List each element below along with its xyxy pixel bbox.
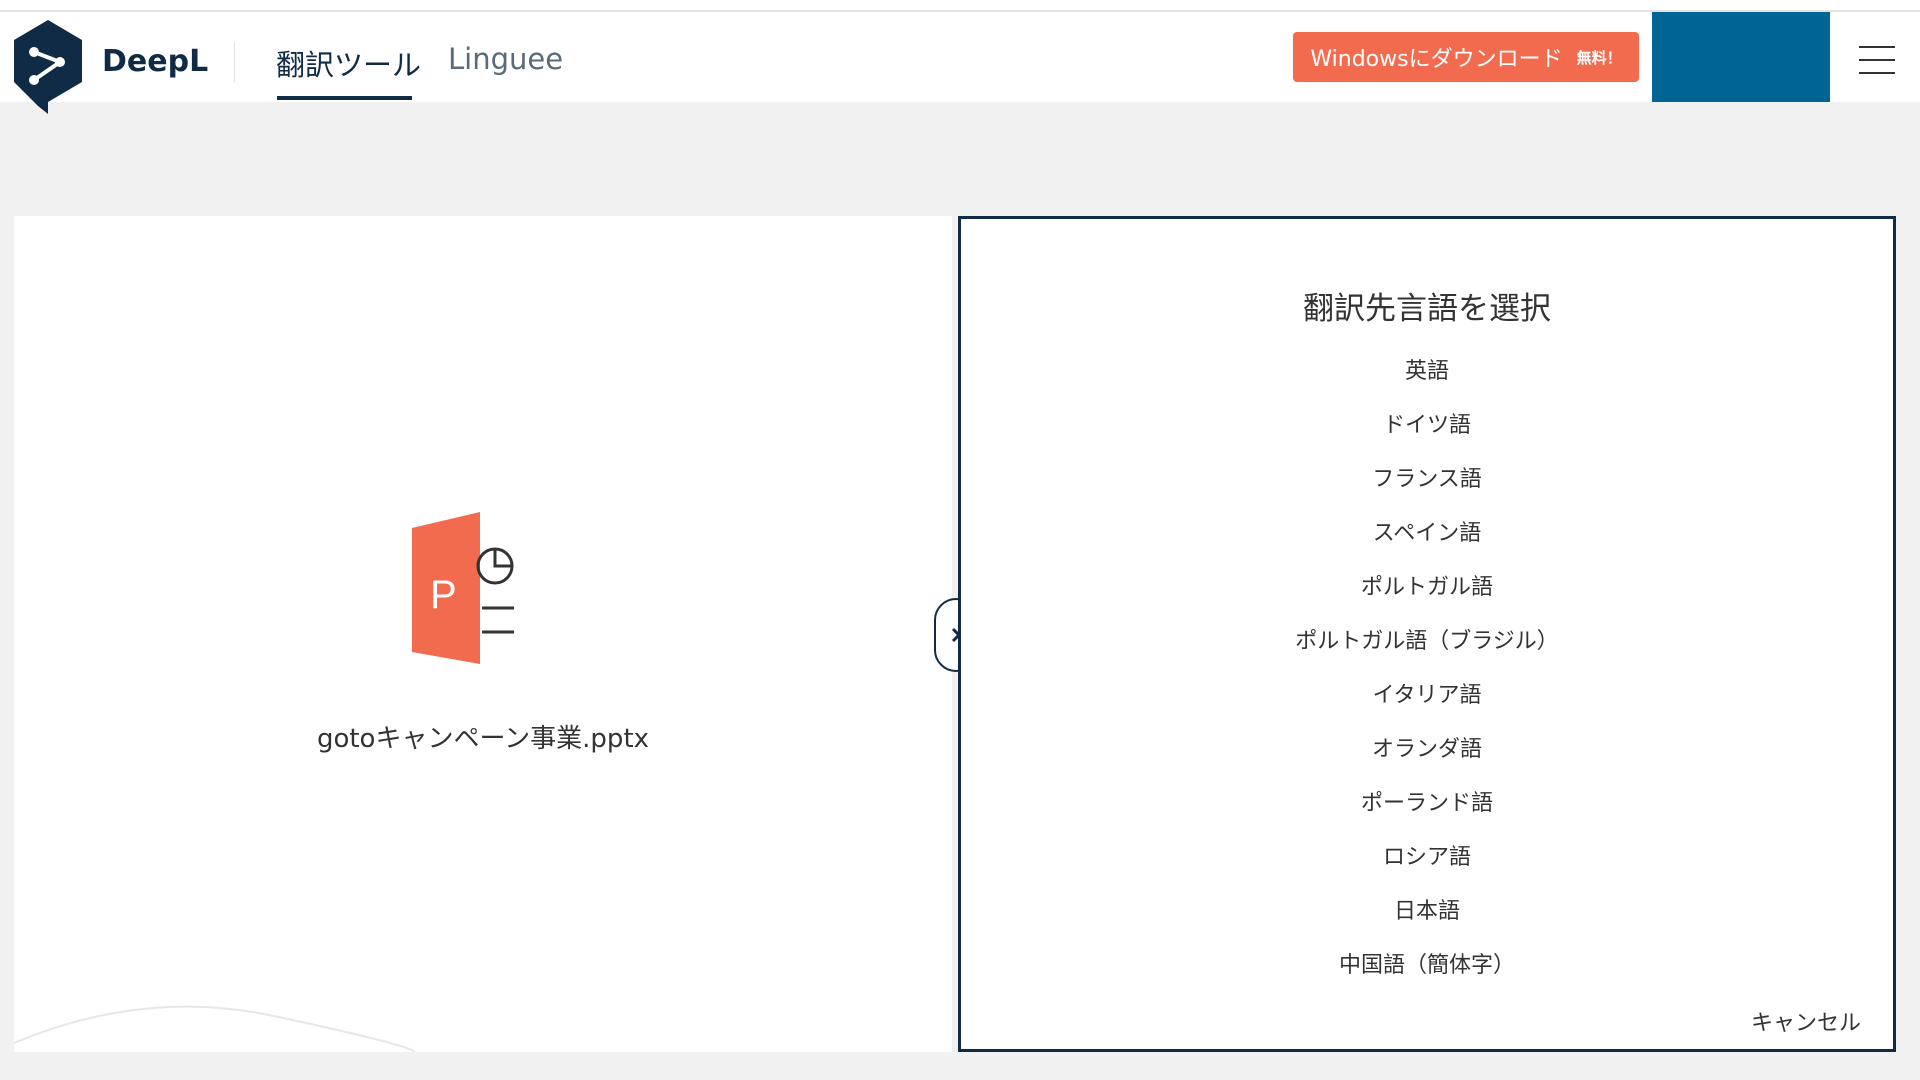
download-button-label: Windowsにダウンロード bbox=[1310, 47, 1563, 72]
hamburger-menu-icon[interactable] bbox=[1859, 46, 1895, 74]
file-name: gotoキャンペーン事業.pptx bbox=[316, 724, 650, 754]
language-option[interactable]: ポルトガル語（ブラジル） bbox=[961, 625, 1893, 679]
language-option[interactable]: 中国語（簡体字） bbox=[961, 949, 1893, 1003]
free-badge: 無料！ bbox=[1576, 48, 1622, 67]
language-list: 英語 ドイツ語 フランス語 スペイン語 ポルトガル語 ポルトガル語（ブラジル） … bbox=[961, 355, 1893, 1003]
target-language-title: 翻訳先言語を選択 bbox=[1303, 291, 1551, 327]
header: DeepL 翻訳ツール Linguee Windowsにダウンロード 無料！ bbox=[0, 12, 1920, 114]
brand-name[interactable]: DeepL bbox=[102, 44, 208, 79]
language-option[interactable]: ドイツ語 bbox=[961, 409, 1893, 463]
language-option[interactable]: 英語 bbox=[961, 355, 1893, 409]
powerpoint-file-icon: P bbox=[412, 512, 514, 664]
active-tab-indicator bbox=[277, 96, 412, 100]
source-document-panel[interactable]: P gotoキャンペーン事業.pptx bbox=[14, 216, 952, 1052]
file-letter: P bbox=[430, 573, 457, 617]
deepl-logo-icon[interactable] bbox=[10, 18, 86, 116]
header-divider bbox=[234, 42, 235, 82]
language-option[interactable]: ポルトガル語 bbox=[961, 571, 1893, 625]
language-option[interactable]: イタリア語 bbox=[961, 679, 1893, 733]
language-option[interactable]: スペイン語 bbox=[961, 517, 1893, 571]
tab-translator[interactable]: 翻訳ツール bbox=[276, 42, 421, 84]
language-option[interactable]: ポーランド語 bbox=[961, 787, 1893, 841]
language-option[interactable]: 日本語 bbox=[961, 895, 1893, 949]
language-option[interactable]: オランダ語 bbox=[961, 733, 1893, 787]
language-option[interactable]: ロシア語 bbox=[961, 841, 1893, 895]
download-windows-button[interactable]: Windowsにダウンロード 無料！ bbox=[1293, 32, 1639, 82]
tab-linguee[interactable]: Linguee bbox=[448, 42, 563, 76]
top-border bbox=[0, 0, 1920, 12]
language-option[interactable]: フランス語 bbox=[961, 463, 1893, 517]
account-button[interactable] bbox=[1652, 12, 1830, 102]
target-language-panel: 翻訳先言語を選択 英語 ドイツ語 フランス語 スペイン語 ポルトガル語 ポルトガ… bbox=[958, 216, 1896, 1052]
cancel-button[interactable]: キャンセル bbox=[1751, 1005, 1861, 1037]
